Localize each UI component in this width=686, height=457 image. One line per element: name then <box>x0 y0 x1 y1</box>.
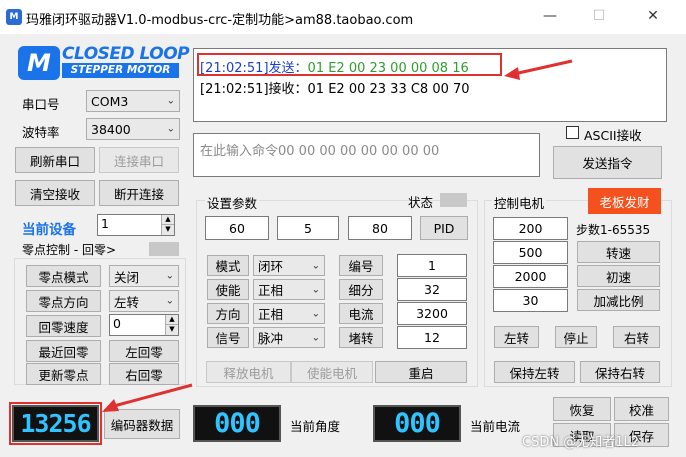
stop-button[interactable]: 停止 <box>555 326 597 348</box>
restore-button[interactable]: 恢复 <box>553 397 611 421</box>
spin-down-icon[interactable]: ▼ <box>165 325 178 335</box>
speed-button[interactable]: 转速 <box>577 241 660 263</box>
init-speed-input[interactable]: 2000 <box>493 265 568 288</box>
mode-select[interactable]: 闭环 ⌄ <box>253 255 325 276</box>
window-title: 玛雅闭环驱动器V1.0-modbus-crc-定制功能>am88.taobao.… <box>26 13 414 28</box>
rx-line-send: [21:02:51]发送：01 E2 00 23 00 00 08 16 <box>200 61 469 76</box>
brand-line1: CLOSED LOOP <box>62 44 190 64</box>
enable-label-button[interactable]: 使能 <box>207 279 249 300</box>
turn-right-button[interactable]: 右转 <box>613 326 660 348</box>
id-input[interactable]: 1 <box>397 254 467 277</box>
release-motor-button[interactable]: 释放电机 <box>206 361 291 383</box>
accel-input[interactable]: 30 <box>493 289 568 312</box>
spin-down-icon[interactable]: ▼ <box>161 225 174 235</box>
chevron-down-icon: ⌄ <box>165 270 174 282</box>
minimize-icon[interactable]: — <box>540 6 560 26</box>
left-home-button[interactable]: 左回零 <box>109 340 179 362</box>
init-speed-button[interactable]: 初速 <box>577 265 660 287</box>
current-device-label: 当前设备 <box>22 222 76 238</box>
speed-input[interactable]: 500 <box>493 241 568 264</box>
baud-label: 波特率 <box>22 125 60 140</box>
param-input-3[interactable]: 80 <box>348 216 412 240</box>
turn-left-button[interactable]: 左转 <box>494 326 539 348</box>
ascii-checkbox[interactable] <box>566 126 579 139</box>
command-input[interactable]: 在此输入命令00 00 00 00 00 00 00 00 <box>193 133 540 177</box>
chevron-down-icon: ⌄ <box>166 123 175 135</box>
angle-label: 当前角度 <box>290 419 341 434</box>
angle-display: 000 <box>193 405 281 442</box>
hold-left-button[interactable]: 保持左转 <box>494 361 575 383</box>
zero-mode-select[interactable]: 关闭 ⌄ <box>109 265 179 287</box>
pid-button[interactable]: PID <box>420 216 468 240</box>
app-window: M 玛雅闭环驱动器V1.0-modbus-crc-定制功能>am88.taoba… <box>0 0 686 457</box>
brand-logo-icon: M <box>18 46 60 80</box>
watermark: CSDN @无知者1L2 <box>522 435 639 450</box>
maximize-icon[interactable]: ☐ <box>589 6 609 26</box>
send-command-button[interactable]: 发送指令 <box>553 146 662 179</box>
rx-log[interactable]: [21:02:51]发送：01 E2 00 23 00 00 08 16 [21… <box>193 48 667 122</box>
direction-select[interactable]: 正相 ⌄ <box>253 303 325 324</box>
boss-tag-button[interactable]: 老板发财 <box>588 188 661 214</box>
baud-select[interactable]: 38400 ⌄ <box>86 118 180 140</box>
enable-motor-button[interactable]: 使能电机 <box>291 361 373 383</box>
signal-label-button[interactable]: 信号 <box>207 327 249 348</box>
enable-select[interactable]: 正相 ⌄ <box>253 279 325 300</box>
port-label: 串口号 <box>22 97 60 112</box>
chevron-down-icon: ⌄ <box>311 284 320 295</box>
zero-speed-button[interactable]: 回零速度 <box>26 315 101 337</box>
device-spinner[interactable]: 1 ▲ ▼ <box>97 214 175 236</box>
motor-title: 控制电机 <box>492 193 547 212</box>
steps-input[interactable]: 200 <box>493 217 568 240</box>
annotation-arrow-icon <box>102 383 193 412</box>
annotation-arrow-icon <box>504 59 573 80</box>
zero-direction-button[interactable]: 零点方向 <box>26 290 101 312</box>
steps-label: 步数1-65535 <box>576 223 651 237</box>
stall-input[interactable]: 12 <box>397 326 467 349</box>
chevron-down-icon: ⌄ <box>165 295 174 307</box>
stall-label-button[interactable]: 堵转 <box>339 327 383 348</box>
zero-status-indicator <box>149 242 179 256</box>
chevron-down-icon: ⌄ <box>311 308 320 319</box>
close-icon[interactable]: ✕ <box>643 6 663 26</box>
ascii-label: ASCII接收 <box>584 128 642 143</box>
zero-direction-select[interactable]: 左转 ⌄ <box>109 290 179 312</box>
restart-button[interactable]: 重启 <box>375 361 467 383</box>
rx-line-receive: [21:02:51]接收：01 E2 00 23 33 C8 00 70 <box>200 82 470 97</box>
mode-label-button[interactable]: 模式 <box>207 255 249 276</box>
param-input-1[interactable]: 60 <box>205 216 269 240</box>
clear-rx-button[interactable]: 清空接收 <box>15 180 95 206</box>
calibrate-button[interactable]: 校准 <box>614 397 669 421</box>
chevron-down-icon: ⌄ <box>311 260 320 271</box>
accel-button[interactable]: 加减比例 <box>577 289 660 311</box>
status-label: 状态 <box>408 195 434 210</box>
chevron-down-icon: ⌄ <box>311 332 320 343</box>
id-label-button[interactable]: 编号 <box>339 255 383 276</box>
hold-right-button[interactable]: 保持右转 <box>580 361 660 383</box>
spin-up-icon[interactable]: ▲ <box>165 315 178 325</box>
current-label-button[interactable]: 电流 <box>339 303 383 324</box>
direction-label-button[interactable]: 方向 <box>207 303 249 324</box>
spin-up-icon[interactable]: ▲ <box>161 215 174 225</box>
current-display: 000 <box>373 405 461 442</box>
chevron-down-icon: ⌄ <box>166 95 175 107</box>
param-input-2[interactable]: 5 <box>277 216 339 240</box>
zero-control-label: 零点控制 - 回零> <box>22 243 117 257</box>
current-readout-label: 当前电流 <box>470 419 521 434</box>
port-select[interactable]: COM3 ⌄ <box>86 90 180 112</box>
params-title: 设置参数 <box>205 193 260 212</box>
zero-speed-spinner[interactable]: 0 ▲ ▼ <box>109 314 179 336</box>
brand-line2: STEPPER MOTOR <box>62 63 179 78</box>
disconnect-button[interactable]: 断开连接 <box>99 180 179 206</box>
title-bar: M 玛雅闭环驱动器V1.0-modbus-crc-定制功能>am88.taoba… <box>0 0 686 34</box>
status-indicator <box>440 193 467 207</box>
current-input[interactable]: 3200 <box>397 302 467 325</box>
app-logo-icon: M <box>6 9 22 25</box>
connect-port-button[interactable]: 连接串口 <box>99 147 179 173</box>
nearest-home-button[interactable]: 最近回零 <box>26 340 101 362</box>
refresh-port-button[interactable]: 刷新串口 <box>15 147 95 173</box>
subdiv-input[interactable]: 32 <box>397 278 467 301</box>
subdiv-label-button[interactable]: 细分 <box>339 279 383 300</box>
signal-select[interactable]: 脉冲 ⌄ <box>253 327 325 348</box>
zero-mode-button[interactable]: 零点模式 <box>26 265 101 287</box>
